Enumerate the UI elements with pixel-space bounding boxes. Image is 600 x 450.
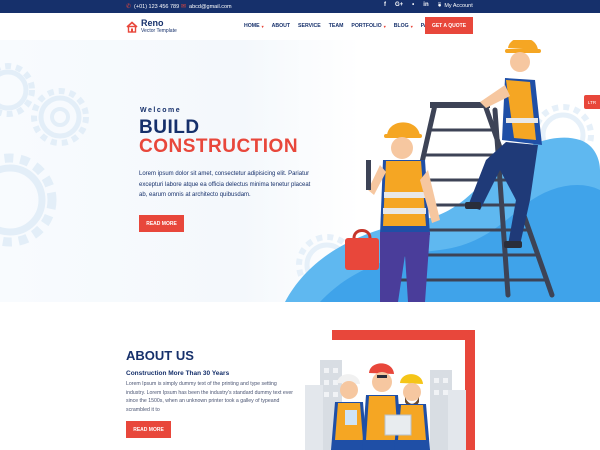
hero-section: Welcome BUILD CONSTRUCTION Lorem ipsum d… — [0, 40, 600, 302]
gear-icon — [0, 153, 57, 247]
chevron-down-icon: ▾ — [261, 23, 264, 29]
construction-workers-illustration — [285, 40, 600, 302]
hero-title-line2: CONSTRUCTION — [139, 136, 299, 157]
account-link[interactable]: ● My Account — [438, 3, 473, 9]
account-label: My Account — [444, 3, 473, 9]
ltr-toggle-tab[interactable]: LTR — [584, 95, 600, 109]
nav-item-label: PORTFOLIO — [351, 23, 382, 29]
hero-welcome: Welcome — [140, 107, 182, 114]
user-icon: ● — [438, 3, 442, 9]
social-links: f G+ • in ≡ — [384, 2, 441, 8]
about-team-illustration — [305, 360, 466, 450]
nav-item-label: SERVICE — [298, 23, 321, 29]
about-paragraph: Lorem Ipsum is simply dummy text of the … — [126, 381, 293, 413]
nav-item-label: HOME — [244, 23, 260, 29]
main-nav: HOME▾ABOUTSERVICETEAMPORTFOLIO▾BLOG▾PAGE… — [244, 23, 447, 29]
nav-item-team[interactable]: TEAM — [329, 23, 344, 29]
nav-item-service[interactable]: SERVICE — [298, 23, 321, 29]
phone-number: (+01) 123 456 789 — [134, 3, 180, 10]
main-header: Reno Vector Template HOME ▾ ABOUT SERVICE TE… — [0, 13, 600, 40]
linkedin-icon[interactable]: in — [423, 2, 428, 8]
about-title: ABOUT US — [126, 348, 194, 363]
phone-icon: ✆ — [126, 4, 132, 10]
chevron-down-icon: ▾ — [383, 23, 386, 29]
nav-item-label: BLOG — [393, 23, 409, 29]
email-address: abcd@gmail.com — [189, 3, 232, 10]
hero-read-more-button[interactable]: READ MORE — [139, 215, 184, 232]
about-read-more-button[interactable]: READ MORE — [126, 421, 171, 438]
twitter-icon[interactable]: • — [412, 2, 414, 8]
chevron-down-icon: ▾ — [410, 23, 413, 29]
site-logo[interactable]: Reno Vector Template — [126, 19, 177, 34]
nav-item-portfolio[interactable]: PORTFOLIO ▾ — [351, 23, 385, 29]
phone-contact[interactable]: ✆ (+01) 123 456 789 — [126, 3, 180, 11]
email-contact[interactable]: ✉ abcd@gmail.com — [181, 3, 232, 11]
nav-item-label: TEAM — [328, 23, 344, 29]
nav-item-blog[interactable]: BLOG ▾ — [394, 23, 413, 29]
logo-tagline: Vector Template — [141, 28, 177, 34]
get-a-quote-button[interactable]: GET A QUOTE — [425, 17, 473, 34]
email-icon: ✉ — [181, 4, 187, 10]
facebook-icon[interactable]: f — [384, 2, 386, 8]
house-logo-icon — [126, 20, 138, 33]
about-subtitle: Construction More Than 30 Years — [126, 370, 230, 377]
nav-item-label: ABOUT — [271, 23, 291, 29]
google-plus-icon[interactable]: G+ — [395, 2, 403, 8]
nav-item-about[interactable]: ABOUT — [272, 23, 290, 29]
gear-icon — [31, 88, 89, 146]
top-bar: ✆ (+01) 123 456 789 ✉ abcd@gmail.com f G+… — [0, 0, 600, 13]
nav-item-home[interactable]: HOME ▾ — [244, 23, 264, 29]
logo-name: Reno — [141, 18, 164, 28]
